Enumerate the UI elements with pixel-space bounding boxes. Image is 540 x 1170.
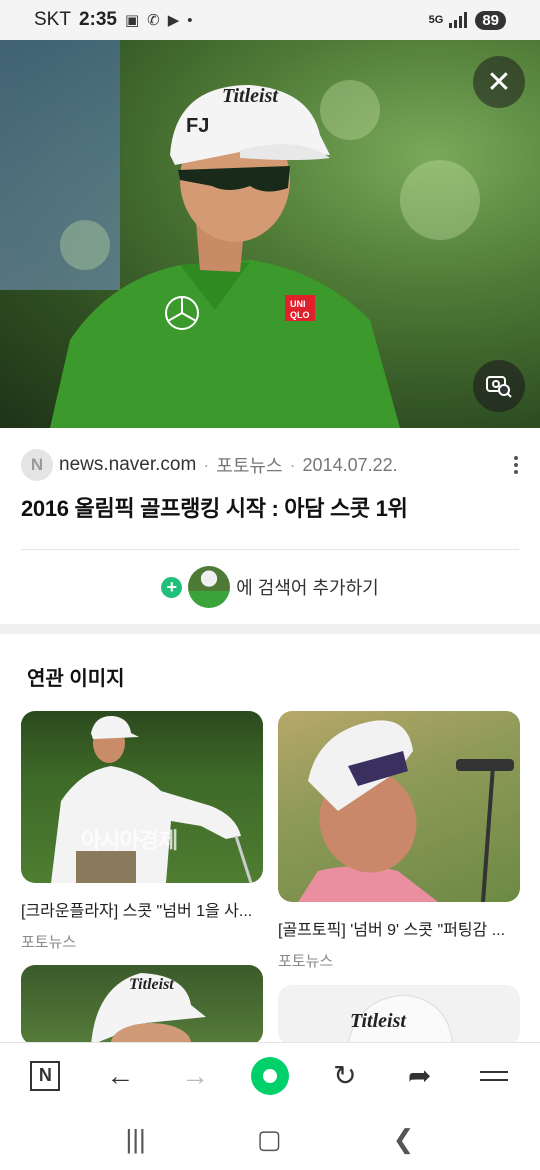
more-vertical-icon: [514, 456, 518, 460]
share-button[interactable]: ➦: [395, 1051, 445, 1101]
forward-icon: →: [181, 1059, 210, 1091]
site-favicon: N: [21, 449, 53, 481]
related-image-thumbnail[interactable]: Titleist: [278, 985, 520, 1045]
svg-text:QLO: QLO: [290, 310, 310, 320]
network-type: 5G: [428, 14, 444, 26]
svg-text:Titleist: Titleist: [350, 1010, 407, 1032]
youtube-icon: ▶: [167, 12, 180, 29]
forward-button[interactable]: →: [170, 1051, 220, 1101]
related-image-title[interactable]: [골프토픽] '넘버 9' 스콧 "퍼팅감 ...: [278, 916, 520, 940]
screenshot-icon: ▣: [124, 12, 140, 29]
back-icon[interactable]: ❮: [393, 1124, 415, 1155]
naver-home-icon: N: [30, 1060, 61, 1091]
related-images-title: 연관 이미지: [27, 668, 125, 690]
source-date: 2014.07.22.: [302, 454, 398, 475]
hero-image[interactable]: Titleist FJ UNI QLO ✕: [0, 40, 540, 428]
back-icon: ←: [106, 1059, 135, 1091]
clock: 2:35: [78, 9, 117, 30]
plus-icon: +: [161, 576, 183, 598]
related-image-thumbnail[interactable]: [278, 711, 520, 902]
refresh-icon: ↻: [333, 1060, 357, 1091]
golfer-illustration: Titleist FJ UNI QLO: [50, 85, 400, 428]
signal-icon: [449, 12, 468, 28]
image-search-button[interactable]: [473, 360, 525, 412]
home-icon[interactable]: ▢: [257, 1124, 282, 1155]
browser-toolbar: N ← → ↻ ➦: [0, 1042, 540, 1108]
system-navigation-bar: ||| ▢ ❮: [0, 1108, 540, 1170]
related-image-source: 포토뉴스: [21, 934, 77, 951]
refresh-button[interactable]: ↻: [320, 1051, 370, 1101]
section-separator: [0, 624, 540, 634]
search-term-thumbnail: [188, 566, 231, 608]
related-image-card[interactable]: [골프토픽] '넘버 9' 스콧 "퍼팅감 ... 포토뉴스: [278, 711, 520, 971]
add-search-label: 에 검색어 추가하기: [236, 578, 379, 598]
related-image-card[interactable]: 아시아경제 [크라운플라자] 스콧 "넘버 1을 사... 포토뉴스: [21, 711, 263, 952]
menu-button[interactable]: [469, 1051, 519, 1101]
svg-text:Titleist: Titleist: [129, 976, 174, 993]
svg-text:UNI: UNI: [290, 299, 306, 309]
recent-apps-icon[interactable]: |||: [126, 1124, 146, 1155]
carrier-label: SKT: [34, 9, 71, 30]
menu-icon: [480, 1070, 509, 1081]
green-dot-button[interactable]: [245, 1051, 295, 1101]
source-category: 포토뉴스: [216, 456, 283, 476]
share-icon: ➦: [407, 1060, 432, 1091]
add-search-term-button[interactable]: + 에 검색어 추가하기: [0, 566, 540, 608]
result-headline[interactable]: 2016 올림픽 골프랭킹 시작 : 아담 스콧 1위: [21, 491, 408, 523]
back-button[interactable]: ←: [95, 1051, 145, 1101]
separator-dot: ·: [289, 454, 296, 475]
related-image-title[interactable]: [크라운플라자] 스콧 "넘버 1을 사...: [21, 897, 263, 921]
related-image-thumbnail[interactable]: Titleist: [21, 965, 263, 1045]
related-image-thumbnail[interactable]: 아시아경제: [21, 711, 263, 883]
more-options-button[interactable]: [506, 453, 526, 477]
source-domain[interactable]: news.naver.com: [59, 454, 196, 476]
wifi-call-icon: ✆: [147, 12, 160, 29]
battery-indicator: 89: [475, 10, 506, 30]
green-dot-icon: [250, 1056, 289, 1095]
source-line[interactable]: N news.naver.com · 포토뉴스 · 2014.07.22.: [21, 449, 398, 481]
notification-dot-icon: •: [187, 11, 193, 29]
watermark-text: 아시아경제: [81, 828, 178, 853]
related-image-source: 포토뉴스: [278, 953, 334, 970]
related-image-card[interactable]: Titleist: [278, 985, 520, 1045]
separator-dot: ·: [203, 454, 210, 475]
status-bar: SKT 2:35 ▣ ✆ ▶ • 5G 89: [0, 0, 540, 40]
svg-text:Titleist: Titleist: [222, 85, 279, 107]
naver-home-button[interactable]: N: [20, 1051, 70, 1101]
divider: [21, 549, 519, 550]
close-icon: ✕: [486, 65, 512, 99]
related-image-card[interactable]: Titleist: [21, 965, 263, 1045]
svg-text:FJ: FJ: [186, 115, 209, 137]
close-button[interactable]: ✕: [473, 56, 525, 108]
image-search-icon: [486, 376, 512, 398]
